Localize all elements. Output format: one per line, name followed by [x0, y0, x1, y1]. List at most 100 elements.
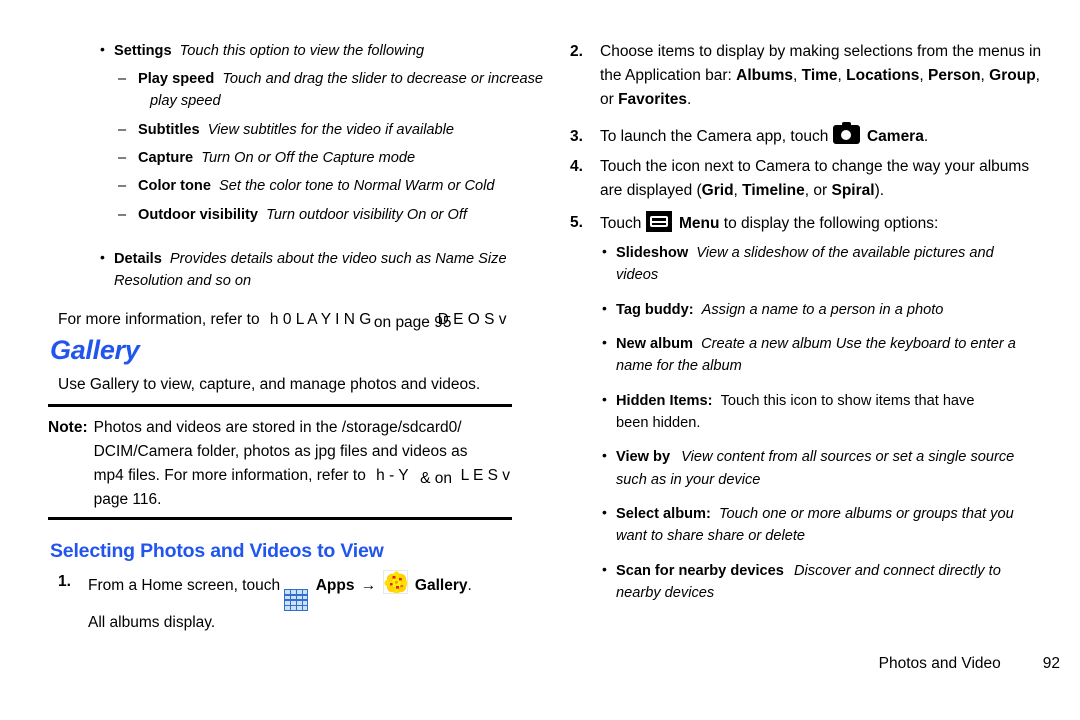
details-bullet: Details Provides details about the video… — [98, 247, 573, 293]
step-4-row: 4. Touch the icon next to Camera to chan… — [570, 155, 1050, 203]
menu-option-term: Slideshow — [616, 245, 689, 261]
step-5-body: Touch Menu to display the following opti… — [600, 211, 1050, 236]
menu-item-person: Person — [927, 67, 981, 85]
menu-option-desc-cont: videos — [616, 267, 659, 284]
crossref-garbled-group: h 0 L A Y I N G on page 95 D E O S v — [269, 311, 507, 331]
step-5: 5. Touch Menu to display the following o… — [570, 211, 1050, 236]
camera-icon[interactable] — [832, 122, 860, 144]
step-5-suffix: to display the following options: — [723, 215, 939, 232]
step-1-index: 1. — [58, 573, 71, 590]
step-4-text-c: ). — [874, 182, 885, 200]
menu-item-time: Time — [801, 67, 838, 85]
step-2-body: Choose items to display by making select… — [600, 43, 1042, 109]
step-5-prefix: Touch — [600, 215, 642, 232]
option-timeline: Timeline — [742, 182, 805, 200]
menu-option-view-by: View by View content from all sources or… — [600, 445, 1050, 468]
menu-option-desc-cont: nearby devices — [616, 584, 715, 601]
step-2-row: 2. Choose items to display by making sel… — [570, 40, 1050, 112]
note-block: Note: Photos and videos are stored in th… — [48, 416, 568, 512]
sub-item-term: Color tone — [138, 178, 211, 195]
step-2-index: 2. — [570, 43, 583, 60]
step-3: 3. To launch the Camera app, touch Camer… — [570, 122, 1050, 149]
crossref-garbled-b: on page 95 — [373, 314, 452, 331]
step-1-body: From a Home screen, touch Apps → Gallery… — [88, 570, 558, 612]
menu-option-desc-cont: such as in your device — [616, 471, 761, 488]
gallery-heading: Gallery — [50, 335, 140, 365]
menu-option-term: Scan for nearby devices — [616, 562, 784, 579]
settings-sub-list: Play speed Touch and drag the slider to … — [118, 68, 573, 226]
step-4-body: Touch the icon next to Camera to change … — [600, 158, 1030, 200]
step-1-row: 1. From a Home screen, touch Apps → Gall… — [58, 570, 558, 612]
menu-option-term: Select album: — [616, 505, 711, 522]
note-divider-top — [48, 404, 512, 407]
crossref-garbled-a: h 0 L A Y I N G — [269, 311, 372, 328]
menu-option-scan-nearby: Scan for nearby devices Discover and con… — [600, 559, 1050, 582]
step-1-prefix: From a Home screen, touch — [88, 577, 281, 594]
sub-item-color-tone: Color tone Set the color tone to Normal … — [118, 175, 573, 198]
sub-item-desc: Turn On or Off the Capture mode — [201, 149, 416, 166]
sub-item-term: Outdoor visibility — [138, 206, 258, 223]
sub-item-subtitles: Subtitles View subtitles for the video i… — [118, 119, 573, 142]
settings-bullet: Settings Touch this option to view the f… — [98, 39, 568, 62]
menu-option-select-album: Select album: Touch one or more albums o… — [600, 502, 1050, 525]
apps-label: Apps — [315, 577, 355, 594]
menu-option-desc-cont: name for the album — [616, 358, 742, 375]
menu-option-desc: View a slideshow of the available pictur… — [696, 245, 994, 261]
menu-option-desc: Assign a name to a person in a photo — [701, 301, 944, 318]
bullet-settings: Settings Touch this option to view the f… — [98, 39, 568, 62]
note-label: Note: — [48, 419, 88, 436]
menu-option-desc: Create a new album Use the keyboard to e… — [701, 335, 1016, 352]
gallery-flower-icon[interactable] — [382, 570, 408, 594]
step-4-index: 4. — [570, 158, 583, 175]
note-line-3-prefix: mp4 files. For more information, refer t… — [93, 467, 366, 485]
sub-item-desc: Turn outdoor visibility On or Off — [266, 206, 467, 223]
note-garbled-group: h - Y & on L E S v — [376, 467, 510, 487]
sub-item-desc-cont: play speed — [150, 93, 221, 110]
step-3-index: 3. — [570, 128, 583, 145]
gallery-flower-svg — [383, 571, 407, 593]
step-1-result: All albums display. — [88, 614, 216, 632]
details-desc: Provides details about the video such as… — [169, 251, 507, 267]
step-3-body: To launch the Camera app, touch Camera. — [600, 122, 1050, 149]
sub-item-desc: Touch and drag the slider to decrease or… — [222, 71, 544, 87]
option-spiral: Spiral — [831, 182, 875, 200]
menu-item-albums: Albums — [736, 67, 793, 85]
settings-desc: Touch this option to view the following — [179, 43, 425, 59]
menu-option-term: New album — [616, 335, 694, 352]
arrow-right-icon: → — [360, 577, 377, 594]
step-5-row: 5. Touch Menu to display the following o… — [570, 211, 1050, 236]
menu-item-locations: Locations — [846, 67, 920, 85]
menu-option-term: View by — [616, 449, 671, 466]
menu-icon[interactable] — [645, 211, 672, 232]
step-4: 4. Touch the icon next to Camera to chan… — [570, 155, 1050, 203]
apps-grid-cells — [285, 590, 308, 611]
step-2: 2. Choose items to display by making sel… — [570, 40, 1050, 112]
gallery-label: Gallery — [414, 577, 468, 594]
section-heading: Selecting Photos and Videos to View — [50, 540, 384, 562]
camera-label: Camera — [866, 128, 924, 145]
sub-item-desc: Set the color tone to Normal Warm or Col… — [219, 178, 495, 195]
step-1: 1. From a Home screen, touch Apps → Gall… — [58, 570, 558, 635]
manual-page: Settings Touch this option to view the f… — [0, 0, 1080, 720]
menu-option-desc: Discover and connect directly to — [793, 562, 1001, 579]
step-3-row: 3. To launch the Camera app, touch Camer… — [570, 122, 1050, 149]
step-4-text-b: , or — [804, 182, 832, 200]
bullet-details: Details Provides details about the video… — [98, 247, 573, 270]
menu-label: Menu — [679, 215, 720, 232]
note-line-1: Photos and videos are stored in the /sto… — [93, 419, 462, 436]
crossref-line-1: For more information, refer to h 0 L A Y… — [58, 308, 578, 332]
apps-grid-icon[interactable] — [284, 589, 309, 612]
menu-option-hidden-items: Hidden Items: Touch this icon to show it… — [600, 389, 1050, 412]
sub-item-capture: Capture Turn On or Off the Capture mode — [118, 147, 573, 170]
menu-option-desc: View content from all sources or set a s… — [681, 449, 1015, 466]
step-5-index: 5. — [570, 214, 583, 231]
sub-item-term: Capture — [138, 149, 194, 166]
note-divider-bottom — [48, 517, 512, 520]
footer-section-title: Photos and Video — [878, 655, 1001, 672]
sub-item-outdoor-visibility: Outdoor visibility Turn outdoor visibili… — [118, 204, 573, 227]
note-line-3: mp4 files. For more information, refer t… — [94, 464, 568, 488]
sub-item-term: Play speed — [138, 71, 215, 87]
step-3-prefix: To launch the Camera app, touch — [600, 128, 829, 145]
step-1-period: . — [467, 577, 472, 594]
option-grid: Grid — [701, 182, 734, 200]
